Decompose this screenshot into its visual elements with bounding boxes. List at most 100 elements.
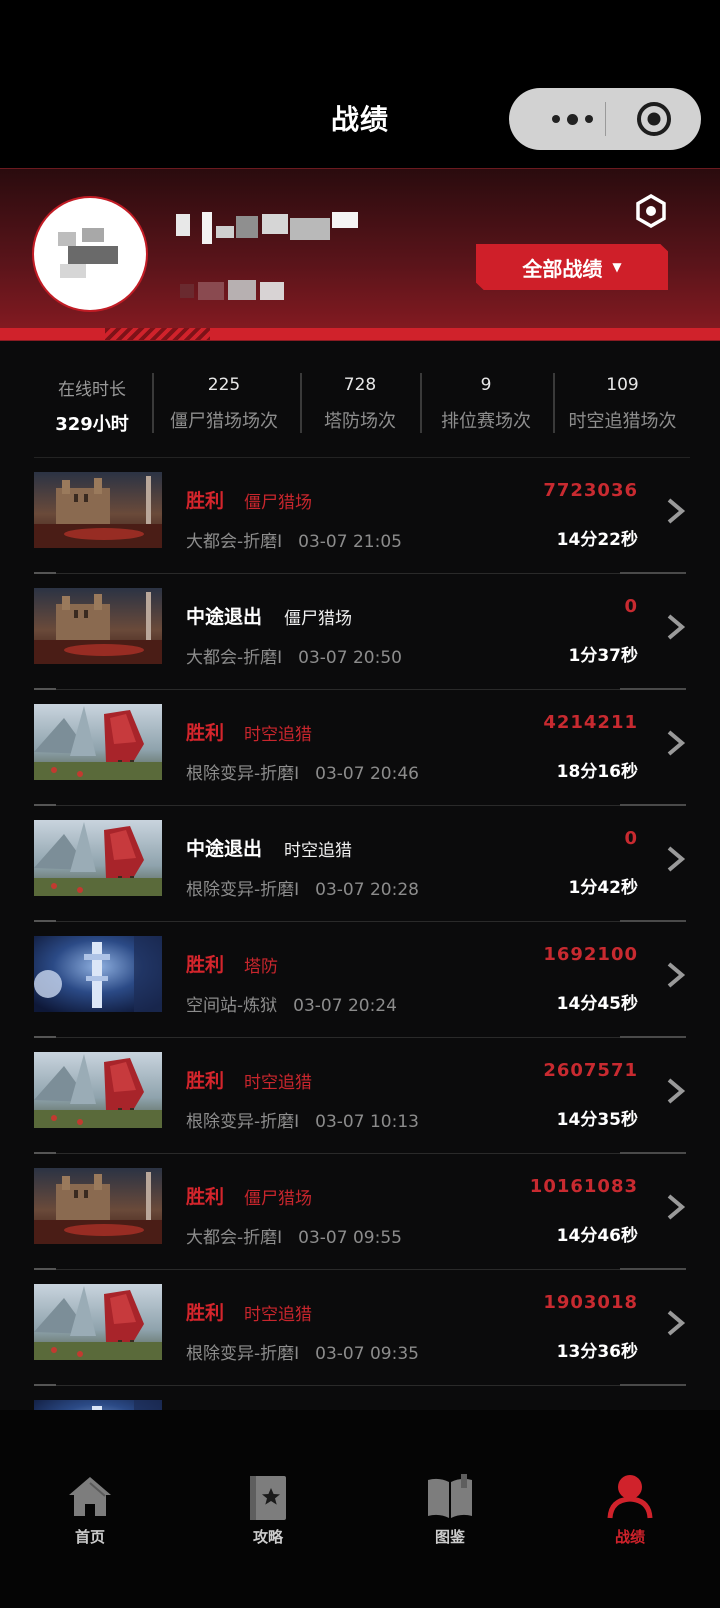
match-time: 03-07 10:13 — [315, 1112, 419, 1132]
map-thumbnail — [34, 1400, 162, 1410]
match-score: 0 — [624, 828, 638, 849]
stat-time-hunt: 109 时空追猎场次 — [555, 370, 690, 446]
match-result: 胜利 — [186, 1186, 225, 1208]
tab-codex[interactable]: 图鉴 — [400, 1472, 500, 1547]
map-name: 根除变异-折磨I — [186, 1112, 300, 1132]
match-record-row[interactable]: 中途退出 时空追猎 根除变异-折磨I 03-07 20:28 0 1分42秒 — [0, 806, 720, 922]
map-thumbnail — [34, 936, 162, 1012]
map-and-time: 根除变异-折磨I 03-07 20:28 — [186, 875, 419, 900]
mini-program-capsule — [509, 88, 701, 150]
stat-value: 329小时 — [55, 414, 129, 435]
match-result: 胜利 — [186, 722, 225, 744]
map-name: 大都会-折磨I — [186, 1228, 283, 1248]
match-record-row[interactable]: 胜利 时空追猎 根除变异-折磨I 03-07 09:35 1903018 13分36秒 — [0, 1270, 720, 1386]
tab-records[interactable]: 战绩 — [580, 1472, 680, 1547]
game-mode: 时空追猎 — [244, 1073, 312, 1093]
match-record-row[interactable]: 胜利 僵尸猎场 大都会-折磨I 03-07 21:05 7723036 14分22秒 — [0, 458, 720, 574]
tab-label: 战绩 — [614, 1528, 645, 1546]
match-result: 胜利 — [186, 1302, 225, 1324]
match-time: 03-07 09:35 — [315, 1344, 419, 1364]
match-record-row[interactable]: 胜利 时空追猎 根除变异-折磨I 03-07 10:13 2607571 14分35秒 — [0, 1038, 720, 1154]
stat-online-time: 在线时长 329小时 — [34, 370, 150, 446]
tab-label: 首页 — [74, 1528, 105, 1546]
stat-value: 9 — [480, 375, 492, 395]
chevron-right-icon[interactable] — [664, 1076, 688, 1106]
filter-label: 全部战绩 — [522, 256, 603, 281]
match-time: 03-07 09:55 — [298, 1228, 402, 1248]
map-thumbnail — [34, 588, 162, 664]
stat-zombie-hunt: 225 僵尸猎场场次 — [154, 370, 294, 446]
close-target-icon[interactable] — [635, 100, 673, 138]
chevron-right-icon[interactable] — [664, 844, 688, 874]
map-name: 根除变异-折磨I — [186, 880, 300, 900]
chevron-right-icon[interactable] — [664, 496, 688, 526]
chevron-down-icon: ▼ — [612, 260, 622, 274]
stat-label: 时空追猎场次 — [568, 411, 677, 432]
match-record-row[interactable]: 胜利 僵尸猎场 大都会-折磨I 03-07 09:55 10161083 14分46秒 — [0, 1154, 720, 1270]
tab-home[interactable]: 首页 — [40, 1472, 140, 1547]
user-icon — [607, 1475, 653, 1519]
map-name: 大都会-折磨I — [186, 532, 283, 552]
map-thumbnail — [34, 472, 162, 548]
user-subtitle-blurred — [180, 280, 284, 300]
match-duration: 14分45秒 — [556, 994, 638, 1014]
match-record-row[interactable] — [0, 1386, 720, 1410]
match-duration: 1分42秒 — [568, 878, 639, 898]
stats-summary: 在线时长 329小时 225 僵尸猎场场次 728 塔防场次 9 排位赛场次 1… — [34, 370, 690, 446]
match-time: 03-07 20:24 — [293, 996, 397, 1016]
capsule-divider — [605, 102, 606, 136]
match-duration: 14分35秒 — [556, 1110, 638, 1130]
match-score: 0 — [624, 596, 638, 617]
stat-value: 225 — [207, 375, 241, 395]
match-record-row[interactable]: 中途退出 僵尸猎场 大都会-折磨I 03-07 20:50 0 1分37秒 — [0, 574, 720, 690]
more-menu-icon[interactable] — [537, 88, 607, 150]
home-icon — [69, 1477, 111, 1516]
username-blurred — [176, 212, 358, 244]
game-mode: 僵尸猎场 — [284, 609, 352, 629]
match-result: 胜利 — [186, 954, 225, 976]
avatar[interactable] — [34, 198, 146, 310]
chevron-right-icon[interactable] — [664, 1192, 688, 1222]
map-name: 根除变异-折磨I — [186, 764, 300, 784]
match-score: 1692100 — [543, 944, 638, 965]
stat-label: 排位赛场次 — [441, 411, 531, 432]
match-duration: 14分22秒 — [556, 530, 638, 550]
map-and-time: 根除变异-折磨I 03-07 10:13 — [186, 1107, 419, 1132]
match-score: 2607571 — [543, 1060, 638, 1081]
match-time: 03-07 20:50 — [298, 648, 402, 668]
chevron-right-icon[interactable] — [664, 1308, 688, 1338]
match-duration: 14分46秒 — [556, 1226, 638, 1246]
map-name: 空间站-炼狱 — [186, 996, 278, 1016]
match-record-list[interactable]: 胜利 僵尸猎场 大都会-折磨I 03-07 21:05 7723036 14分22秒中途退… — [0, 458, 720, 1410]
map-and-time: 根除变异-折磨I 03-07 20:46 — [186, 759, 419, 784]
map-thumbnail — [34, 704, 162, 780]
match-record-row[interactable]: 胜利 塔防空间站-炼狱 03-07 20:24 1692100 14分45秒 — [0, 922, 720, 1038]
map-name: 根除变异-折磨I — [186, 1344, 300, 1364]
tab-guide[interactable]: 攻略 — [218, 1472, 318, 1547]
map-and-time: 根除变异-折磨I 03-07 09:35 — [186, 1339, 419, 1364]
match-time: 03-07 20:28 — [315, 880, 419, 900]
stat-label: 塔防场次 — [324, 411, 396, 432]
chevron-right-icon[interactable] — [664, 612, 688, 642]
map-name: 大都会-折磨I — [186, 648, 283, 668]
chevron-right-icon[interactable] — [664, 728, 688, 758]
match-duration: 13分36秒 — [556, 1342, 638, 1362]
settings-icon[interactable] — [634, 194, 668, 228]
game-mode: 塔防 — [244, 957, 278, 977]
stat-label: 僵尸猎场场次 — [170, 411, 278, 432]
header-stripe — [0, 328, 720, 340]
tab-label: 图鉴 — [434, 1528, 465, 1546]
match-duration: 18分16秒 — [556, 762, 638, 782]
chevron-right-icon[interactable] — [664, 960, 688, 990]
map-thumbnail — [34, 820, 162, 896]
map-thumbnail — [34, 1284, 162, 1360]
filter-dropdown-button[interactable]: 全部战绩 ▼ — [476, 244, 668, 290]
game-mode: 时空追猎 — [244, 1305, 312, 1325]
guide-book-icon — [250, 1476, 286, 1520]
match-score: 4214211 — [543, 712, 638, 733]
stat-label: 在线时长 — [58, 380, 126, 400]
map-and-time: 大都会-折磨I 03-07 21:05 — [186, 527, 402, 552]
match-record-row[interactable]: 胜利 时空追猎 根除变异-折磨I 03-07 20:46 4214211 18分16秒 — [0, 690, 720, 806]
match-result: 中途退出 — [186, 838, 263, 860]
map-thumbnail — [34, 1052, 162, 1128]
